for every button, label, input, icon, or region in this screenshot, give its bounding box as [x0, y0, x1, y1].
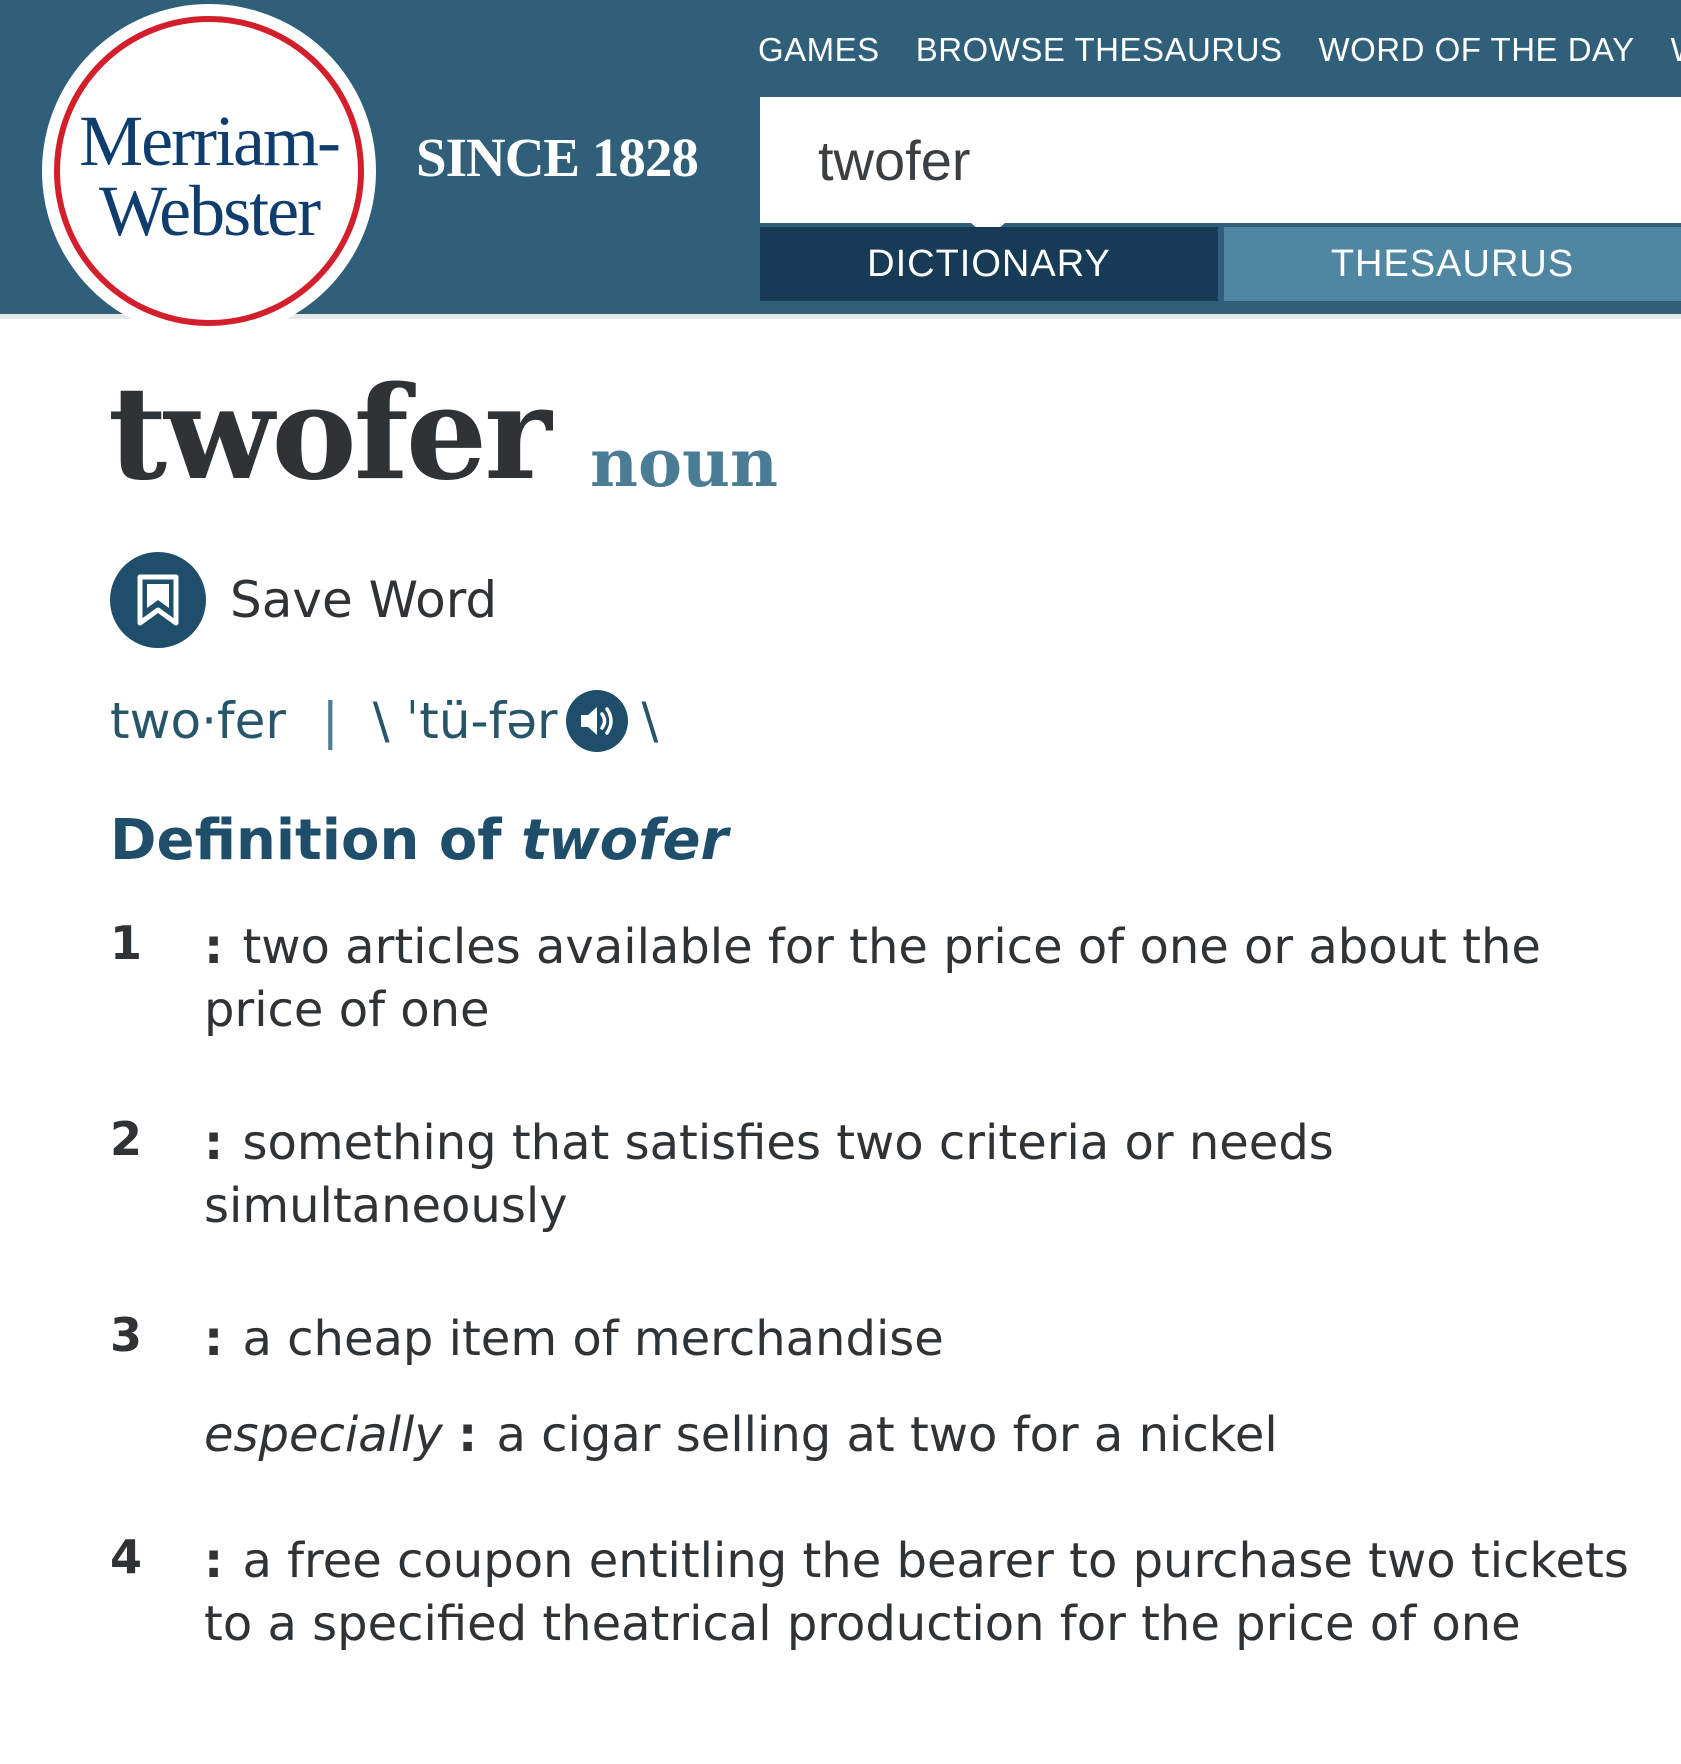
pronunciation-line: two·fer | \ ˈtü-fər \ — [110, 690, 658, 752]
logo-wordmark: Merriam- Webster — [42, 101, 376, 251]
nav-next-link[interactable]: W — [1671, 31, 1681, 69]
since-tagline: SINCE 1828 — [416, 127, 699, 188]
sense-number: 3 — [110, 1308, 143, 1362]
tab-dictionary[interactable]: DICTIONARY — [760, 227, 1218, 301]
search-input[interactable] — [760, 97, 1681, 223]
definition-colon: : — [458, 1407, 478, 1463]
definition-text: something that satisfies two criteria or… — [204, 1115, 1334, 1234]
logo-line-2: Webster — [98, 171, 321, 251]
nav-games[interactable]: GAMES — [758, 31, 880, 69]
definition-heading-word: twofer — [521, 808, 729, 873]
sense-definition: : something that satisfies two criteria … — [204, 1112, 1644, 1238]
definition-colon: : — [204, 1115, 224, 1171]
save-word-button[interactable]: Save Word — [110, 552, 497, 648]
sense-definition: : a cheap item of merchandise — [204, 1308, 1644, 1371]
tab-thesaurus[interactable]: THESAURUS — [1224, 227, 1681, 301]
definition-heading: Definition of twofer — [110, 808, 728, 873]
save-word-label: Save Word — [230, 571, 498, 629]
subsense-text: a cigar selling at two for a nickel — [496, 1407, 1278, 1463]
bookmark-icon — [110, 552, 206, 648]
sense-number: 2 — [110, 1112, 143, 1166]
entry-headword: twofer — [108, 359, 552, 509]
sense-number: 4 — [110, 1530, 143, 1584]
pronunciation-text: \ ˈtü-fər — [372, 692, 558, 750]
definition-colon: : — [204, 1533, 224, 1589]
syllable-break: two·fer — [110, 692, 286, 750]
definition-colon: : — [204, 919, 224, 975]
speaker-icon[interactable] — [565, 690, 628, 752]
search-box — [760, 97, 1681, 223]
definition-text: two articles available for the price of … — [204, 919, 1541, 1038]
definition-text: a free coupon entitling the bearer to pu… — [204, 1533, 1629, 1652]
pronunciation-close: \ — [641, 692, 659, 750]
sense-definition: : a free coupon entitling the bearer to … — [204, 1530, 1644, 1656]
merriam-webster-logo[interactable]: Merriam- Webster — [42, 4, 376, 338]
logo-line-1: Merriam- — [79, 101, 341, 181]
definition-colon: : — [204, 1311, 224, 1367]
subsense: especially : a cigar selling at two for … — [204, 1404, 1644, 1467]
nav-browse-thesaurus[interactable]: BROWSE THESAURUS — [916, 31, 1283, 69]
nav-word-of-the-day[interactable]: WORD OF THE DAY — [1318, 31, 1634, 69]
sense-number: 1 — [110, 916, 143, 970]
definition-text: a cheap item of merchandise — [242, 1311, 944, 1367]
sense-definition: : two articles available for the price o… — [204, 916, 1644, 1042]
definition-heading-label: Definition of — [110, 808, 502, 873]
part-of-speech[interactable]: noun — [590, 430, 778, 496]
top-nav: GAMES BROWSE THESAURUS WORD OF THE DAY W — [758, 28, 1681, 72]
pron-separator: | — [321, 692, 339, 750]
sense-divider-label: especially — [204, 1407, 443, 1463]
